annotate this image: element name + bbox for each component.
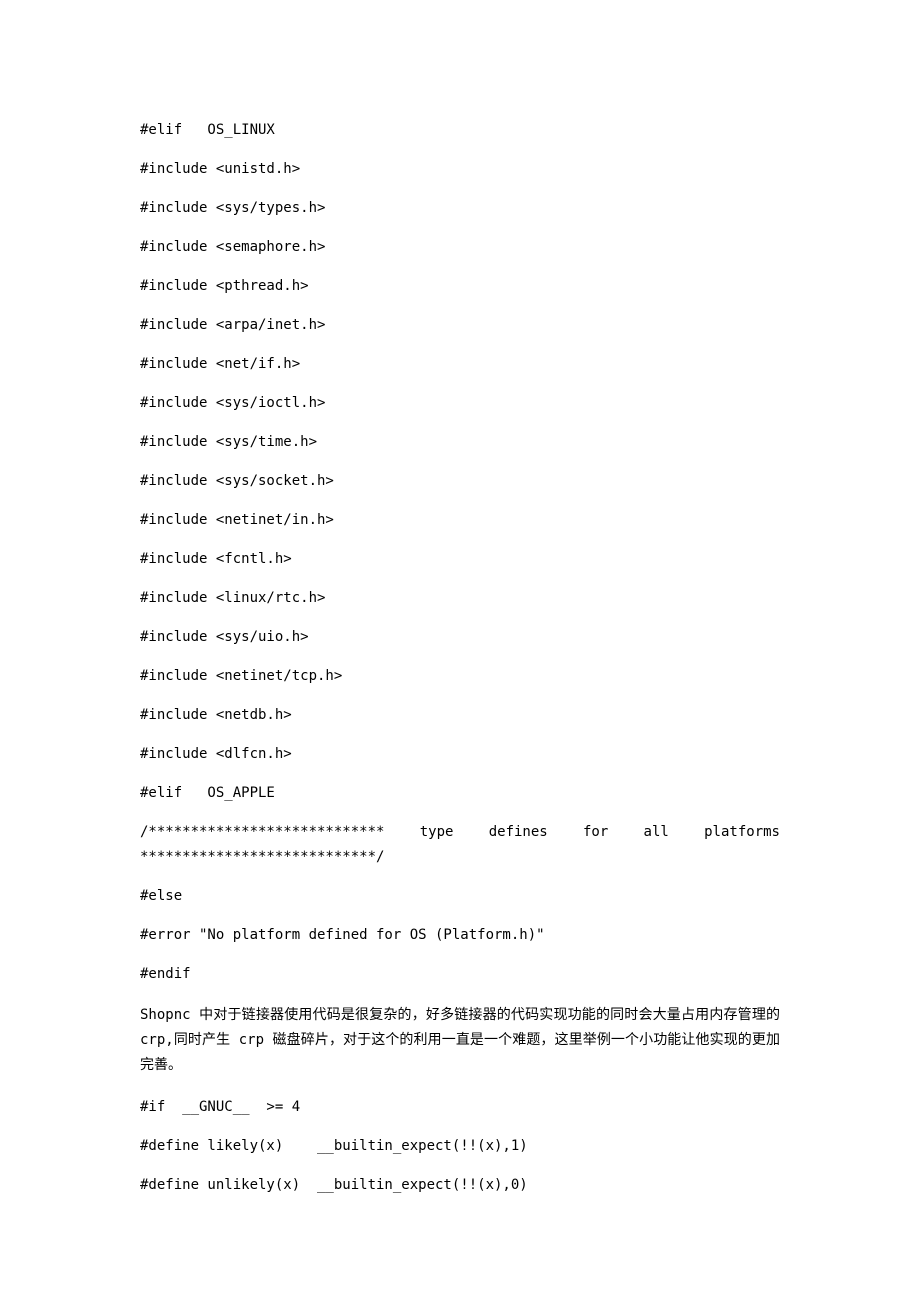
code-line: #include <semaphore.h> xyxy=(140,237,780,258)
code-line: #include <sys/types.h> xyxy=(140,198,780,219)
code-line: #include <unistd.h> xyxy=(140,159,780,180)
code-line: #error "No platform defined for OS (Plat… xyxy=(140,925,780,946)
code-line: #include <linux/rtc.h> xyxy=(140,588,780,609)
code-line: #include <sys/time.h> xyxy=(140,432,780,453)
code-line: #elif OS_LINUX xyxy=(140,120,780,141)
code-line: #define unlikely(x) __builtin_expect(!!(… xyxy=(140,1175,780,1196)
code-line: #if __GNUC__ >= 4 xyxy=(140,1097,780,1118)
code-line: #include <netinet/tcp.h> xyxy=(140,666,780,687)
code-line: #include <net/if.h> xyxy=(140,354,780,375)
code-line: #include <pthread.h> xyxy=(140,276,780,297)
code-line: #endif xyxy=(140,964,780,985)
code-line: #else xyxy=(140,886,780,907)
code-line: #elif OS_APPLE xyxy=(140,783,780,804)
code-line: #include <dlfcn.h> xyxy=(140,744,780,765)
code-line: #define likely(x) __builtin_expect(!!(x)… xyxy=(140,1136,780,1157)
code-line: #include <arpa/inet.h> xyxy=(140,315,780,336)
code-line: #include <netinet/in.h> xyxy=(140,510,780,531)
code-line: #include <fcntl.h> xyxy=(140,549,780,570)
code-line: #include <sys/uio.h> xyxy=(140,627,780,648)
code-comment-line: /**************************** type defin… xyxy=(140,822,780,843)
code-comment-line: ****************************/ xyxy=(140,847,780,868)
code-line: #include <netdb.h> xyxy=(140,705,780,726)
prose-paragraph: Shopnc 中对于链接器使用代码是很复杂的，好多链接器的代码实现功能的同时会大… xyxy=(140,1003,780,1079)
code-line: #include <sys/ioctl.h> xyxy=(140,393,780,414)
document-page: #elif OS_LINUX #include <unistd.h> #incl… xyxy=(0,0,920,1274)
code-line: #include <sys/socket.h> xyxy=(140,471,780,492)
